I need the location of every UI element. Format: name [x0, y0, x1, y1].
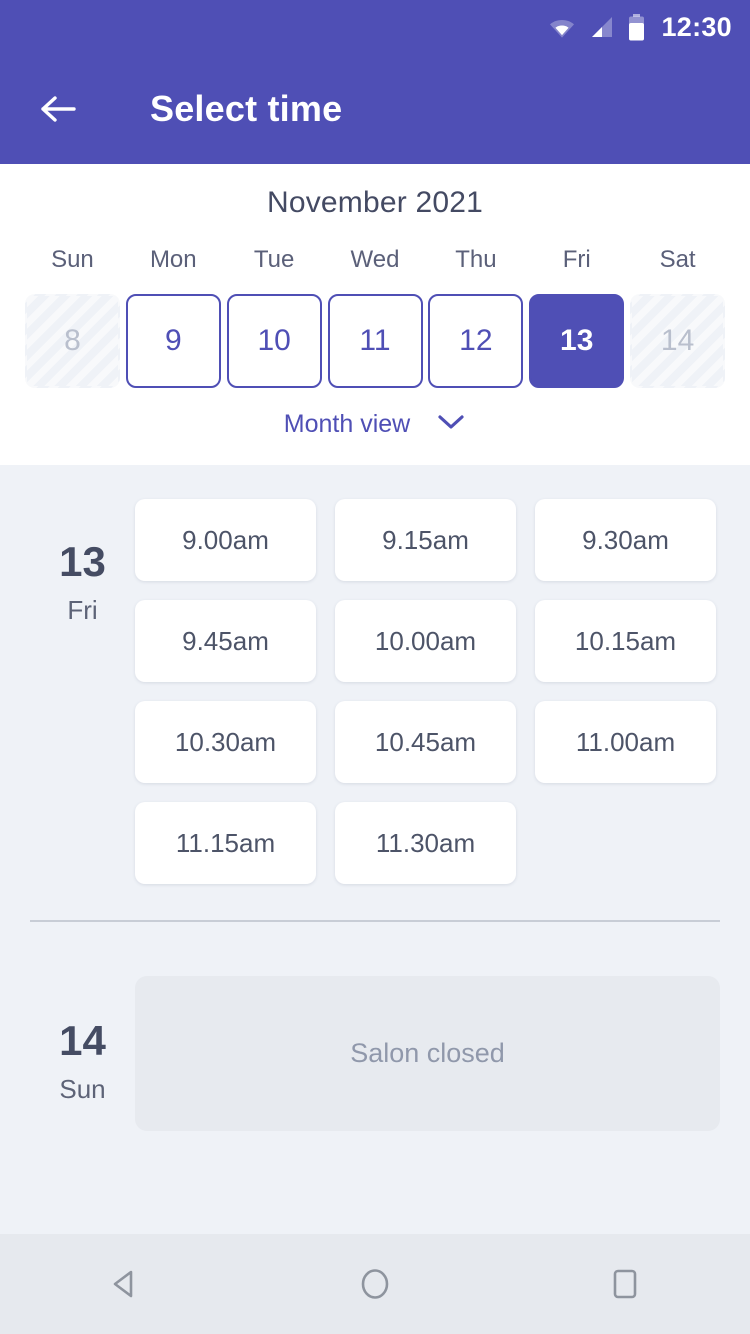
time-slot[interactable]: 11.00am — [535, 701, 716, 783]
day-cell-13-selected[interactable]: 13 — [529, 294, 625, 388]
weekday-header: Fri — [562, 246, 591, 273]
calendar-panel: November 2021 Sun Mon Tue Wed Thu Fri Sa… — [0, 164, 750, 465]
nav-back-icon[interactable] — [70, 1234, 180, 1334]
status-bar: 12:30 — [0, 0, 750, 54]
day-cell-11[interactable]: 11 — [327, 294, 423, 388]
time-slot[interactable]: 10.15am — [535, 600, 716, 682]
time-slot[interactable]: 11.30am — [335, 802, 516, 884]
nav-recents-icon[interactable] — [570, 1234, 680, 1334]
month-view-toggle[interactable]: Month view — [0, 410, 750, 455]
day-block-13: 13 Fri 9.00am 9.15am 9.30am 9.45am 10.00… — [0, 465, 750, 884]
day-label-13: 13 Fri — [30, 499, 135, 884]
battery-icon — [628, 13, 645, 41]
time-slot-grid: 9.00am 9.15am 9.30am 9.45am 10.00am 10.1… — [135, 499, 720, 884]
time-slot[interactable]: 9.45am — [135, 600, 316, 682]
time-slot[interactable]: 9.30am — [535, 499, 716, 581]
day-cell-12[interactable]: 12 — [428, 294, 524, 388]
signal-icon — [589, 15, 615, 39]
wifi-icon — [548, 15, 576, 39]
chevron-down-icon — [436, 413, 466, 436]
weekday-header-row: Sun Mon Tue Wed Thu Fri Sat — [0, 246, 750, 294]
phone-screen: 12:30 Select time November 2021 Sun Mon … — [0, 0, 750, 1334]
salon-closed-panel: Salon closed — [135, 976, 720, 1131]
week-day-row: 8 9 10 11 12 13 14 — [0, 294, 750, 388]
app-bar: Select time — [0, 54, 750, 164]
day-name: Sun — [59, 1074, 106, 1104]
day-number: 13 — [59, 538, 106, 585]
weekday-header: Mon — [149, 246, 197, 273]
weekday-header: Thu — [455, 246, 497, 273]
weekday-header: Wed — [350, 246, 400, 273]
day-name: Fri — [67, 595, 98, 625]
day-number: 14 — [59, 1017, 106, 1064]
day-block-14: 14 Sun Salon closed — [0, 922, 750, 1131]
time-slot[interactable]: 9.15am — [335, 499, 516, 581]
time-slot[interactable]: 10.00am — [335, 600, 516, 682]
day-cell-8: 8 — [24, 294, 120, 388]
month-title: November 2021 — [266, 186, 484, 219]
weekday-header: Sat — [659, 246, 696, 273]
weekday-header: Sun — [51, 246, 94, 273]
page-title: Select time — [150, 88, 343, 129]
month-view-label: Month view — [283, 410, 411, 438]
weekday-header: Tue — [253, 246, 295, 273]
schedule-area: 13 Fri 9.00am 9.15am 9.30am 9.45am 10.00… — [0, 465, 750, 1131]
day-cell-9[interactable]: 9 — [125, 294, 221, 388]
time-slot[interactable]: 10.45am — [335, 701, 516, 783]
day-label-14: 14 Sun — [30, 976, 135, 1131]
time-slot[interactable]: 11.15am — [135, 802, 316, 884]
time-slot[interactable]: 10.30am — [135, 701, 316, 783]
nav-home-icon[interactable] — [320, 1234, 430, 1334]
status-clock: 12:30 — [661, 11, 732, 42]
time-slot[interactable]: 9.00am — [135, 499, 316, 581]
day-cell-14: 14 — [630, 294, 726, 388]
day-cell-10[interactable]: 10 — [226, 294, 322, 388]
android-nav-bar — [0, 1234, 750, 1334]
back-arrow-icon[interactable] — [32, 83, 84, 135]
